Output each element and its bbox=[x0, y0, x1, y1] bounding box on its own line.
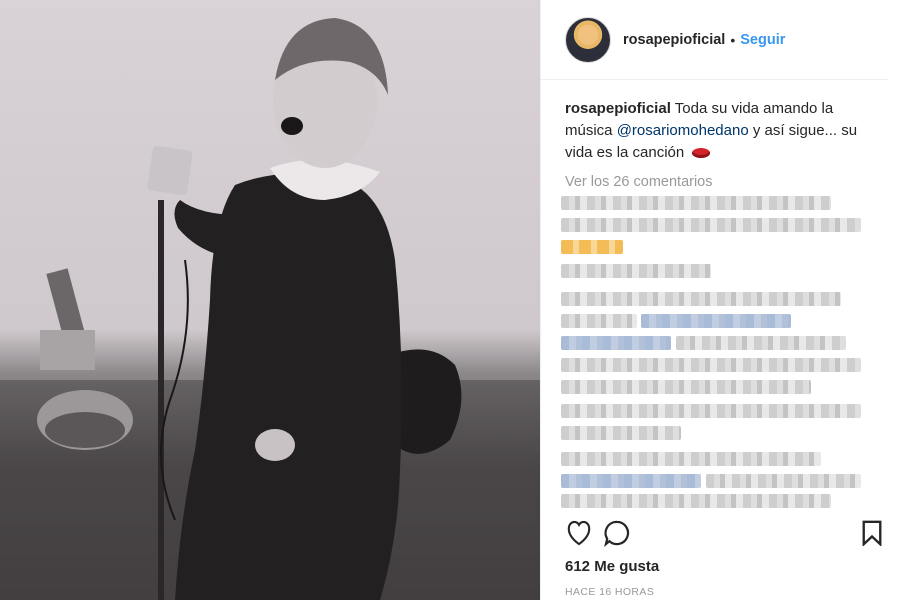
caption-username[interactable]: rosapepioficial bbox=[565, 100, 671, 117]
likes-count[interactable]: 612 Me gusta bbox=[565, 558, 659, 575]
post-caption: rosapepioficial Toda su vida amando la m… bbox=[541, 80, 900, 164]
header-separator: • bbox=[730, 31, 736, 48]
instagram-post: rosapepioficial • Seguir rosapepioficial… bbox=[0, 0, 900, 600]
post-actions bbox=[565, 518, 886, 548]
post-header: rosapepioficial • Seguir bbox=[541, 0, 888, 80]
blurred-comments bbox=[561, 196, 891, 508]
caption-mention[interactable]: @rosariomohedano bbox=[617, 122, 749, 139]
bookmark-icon[interactable] bbox=[858, 519, 886, 547]
avatar[interactable] bbox=[565, 16, 611, 63]
follow-button[interactable]: Seguir bbox=[740, 32, 785, 48]
view-comments-link[interactable]: Ver los 26 comentarios bbox=[541, 164, 900, 190]
lips-icon bbox=[692, 148, 711, 159]
heart-icon[interactable] bbox=[565, 519, 593, 547]
post-sidebar: rosapepioficial • Seguir rosapepioficial… bbox=[540, 0, 900, 600]
vintage-singing-child-photo bbox=[0, 18, 540, 600]
post-photo[interactable] bbox=[0, 0, 540, 600]
post-timestamp: HACE 16 HORAS bbox=[565, 586, 655, 598]
speech-bubble-icon[interactable] bbox=[603, 519, 631, 547]
header-username[interactable]: rosapepioficial bbox=[623, 32, 725, 48]
